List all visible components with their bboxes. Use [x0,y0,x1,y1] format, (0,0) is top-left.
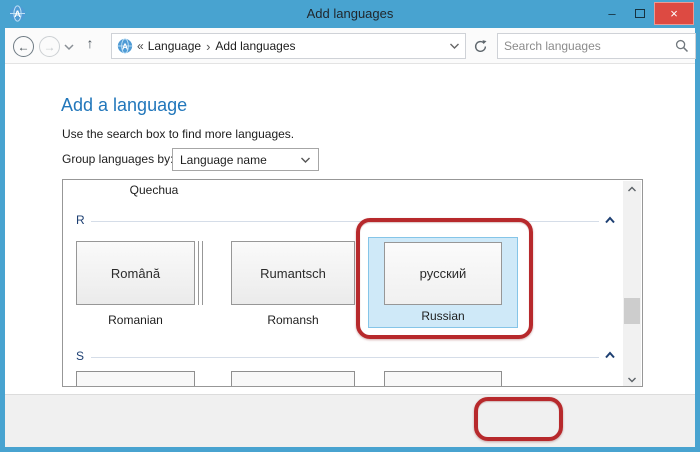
minimize-button[interactable]: – [598,2,626,25]
window-controls: – × [598,2,694,25]
language-tile-russian[interactable]: русский [384,242,502,305]
page-title: Add a language [61,95,187,116]
breadcrumb-item-language[interactable]: Language [148,39,201,53]
language-icon: A [117,38,133,54]
maximize-button[interactable] [626,2,654,25]
minimize-icon: – [608,6,615,21]
group-by-dropdown[interactable]: Language name [172,148,319,171]
arrow-up-icon: ↑ [87,35,94,51]
window-title: Add languages [0,0,700,28]
language-tile-russian-selected[interactable]: русский Russian [368,237,518,328]
footer-bar: Privacy statement Add Cancel [5,394,695,447]
tile-english-name: Romansh [231,313,355,327]
instruction-text: Use the search box to find more language… [62,127,294,141]
svg-text:A: A [122,41,128,51]
vertical-scrollbar[interactable] [623,181,641,387]
maximize-icon [635,9,645,18]
back-icon: ← [18,40,30,54]
breadcrumb-bar[interactable]: A « Language › Add languages [111,33,466,59]
breadcrumb-item-add-languages[interactable]: Add languages [215,39,295,53]
forward-button[interactable]: → [39,36,60,57]
partial-language-tile[interactable] [76,371,195,387]
refresh-icon [473,39,488,54]
collapse-section-r-button[interactable] [604,216,616,225]
add-languages-window: A Add languages – × ← → ↑ A [0,0,700,452]
forward-icon: → [44,40,56,54]
chevron-up-icon [606,353,614,358]
chevron-down-icon [65,45,73,49]
back-button[interactable]: ← [13,36,34,57]
section-header-s: S [76,349,84,363]
language-tile-romansh[interactable]: Rumantsch [231,241,355,305]
chevron-down-icon [300,156,311,164]
scroll-down-button[interactable] [623,371,641,387]
section-header-r: R [76,213,85,227]
search-input[interactable] [504,39,675,53]
address-dropdown-button[interactable] [449,42,460,50]
scroll-up-button[interactable] [623,181,641,197]
group-by-value: Language name [180,153,300,167]
tile-english-name: Russian [369,309,517,323]
recent-pages-dropdown[interactable] [63,42,75,52]
breadcrumb-overflow[interactable]: « [137,39,144,53]
tile-native-name: Română [111,266,160,281]
chevron-down-icon [627,376,637,383]
up-button[interactable]: ↑ [80,35,100,57]
section-divider-r [91,221,599,222]
partial-tile-label: Quechua [98,183,210,197]
tile-english-name: Romanian [76,313,195,327]
navigation-toolbar: ← → ↑ A « Language › Add languages [5,28,695,64]
chevron-up-icon [606,218,614,223]
language-list[interactable]: Quechua R Română Romanian Rumantsch Roma… [62,179,643,387]
refresh-button[interactable] [469,36,491,56]
partial-language-tile[interactable] [231,371,355,387]
chevron-down-icon [451,44,459,48]
tile-native-name: Rumantsch [260,266,326,281]
language-tile-romanian[interactable]: Română [76,241,195,305]
chevron-up-icon [627,186,637,193]
collapse-section-s-button[interactable] [604,351,616,360]
close-button[interactable]: × [654,2,694,25]
search-icon[interactable] [675,39,689,53]
group-by-label: Group languages by: [62,152,173,166]
partial-language-tile[interactable] [384,371,502,387]
scrollbar-thumb[interactable] [624,298,640,324]
close-icon: × [670,6,678,21]
tile-native-name: русский [420,266,467,281]
section-divider-s [91,357,599,358]
search-box [497,33,696,59]
titlebar: A Add languages – × [0,0,700,28]
breadcrumb-separator-icon: › [205,39,211,54]
